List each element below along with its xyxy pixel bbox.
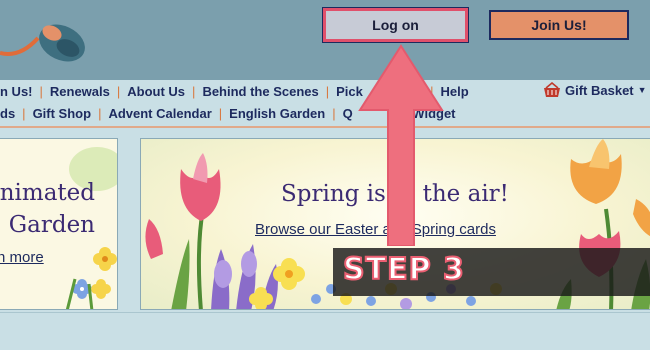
arrow-up-icon [358, 44, 444, 246]
nav-separator: | [98, 105, 102, 121]
shopping-basket-icon [544, 82, 560, 97]
nav-separator: | [39, 83, 43, 99]
gift-basket-label: Gift Basket [565, 82, 634, 98]
learn-more-link[interactable]: n more [0, 249, 44, 266]
caret-down-icon: ▼ [637, 85, 647, 95]
animated-garden-title-line1: nimated [0, 180, 95, 206]
animated-garden-title: nimated Garden [0, 177, 95, 241]
content-bottom-area [0, 312, 650, 350]
animated-garden-banner[interactable]: nimated Garden n more [0, 138, 118, 310]
nav-item-about-us[interactable]: About Us [127, 84, 185, 99]
nav-item-renewals[interactable]: Renewals [50, 84, 110, 99]
nav-item-behind-the-scenes[interactable]: Behind the Scenes [202, 84, 318, 99]
step-label: STEP 3 [342, 251, 465, 288]
nav-item-join[interactable]: n Us! [0, 84, 33, 99]
nav-item-english-garden[interactable]: English Garden [229, 106, 325, 121]
animated-garden-title-line2: Garden [8, 212, 95, 238]
nav-separator: | [218, 105, 223, 121]
login-button[interactable]: Log on [322, 7, 469, 43]
nav-separator: | [192, 83, 196, 99]
computer-mouse-icon [0, 24, 85, 62]
gift-basket-menu[interactable]: Gift Basket ▼ [543, 82, 647, 98]
nav-item-advent-calendar[interactable]: Advent Calendar [108, 106, 211, 121]
nav-item-q[interactable]: Q [343, 106, 353, 121]
nav-item-gift-shop[interactable]: Gift Shop [33, 106, 92, 121]
nav-separator: | [332, 105, 336, 121]
join-button[interactable]: Join Us! [489, 10, 629, 40]
nav-separator: | [22, 105, 26, 121]
nav-separator: | [325, 83, 330, 99]
nav-item-cards[interactable]: ds [0, 106, 15, 121]
nav-separator: | [116, 83, 121, 99]
